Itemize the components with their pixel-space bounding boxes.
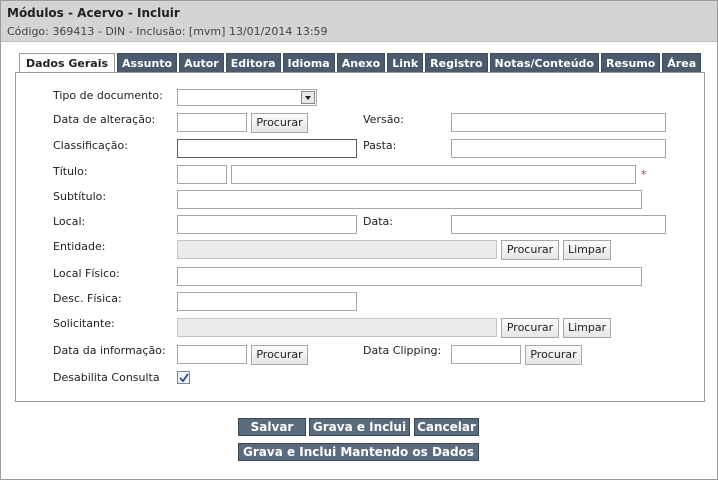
entidade-limpar-button[interactable]: Limpar: [563, 240, 611, 260]
data-alteracao-label: Data de alteração:: [53, 113, 156, 126]
classificacao-input[interactable]: [177, 139, 357, 158]
window: Módulos - Acervo - Incluir Código: 36941…: [0, 0, 718, 480]
chevron-down-icon[interactable]: [301, 91, 315, 104]
versao-label: Versão:: [363, 113, 404, 126]
cancelar-button[interactable]: Cancelar: [414, 418, 479, 436]
data-clipping-procurar-button[interactable]: Procurar: [525, 345, 582, 365]
data-informacao-input[interactable]: [177, 345, 247, 364]
subtitulo-label: Subtítulo:: [53, 190, 107, 203]
tab-link[interactable]: Link: [387, 53, 424, 72]
desc-fisica-label: Desc. Física:: [53, 292, 122, 305]
tab-assunto[interactable]: Assunto: [117, 53, 178, 72]
pasta-input[interactable]: [451, 139, 666, 158]
tab-notas-conteudo[interactable]: Notas/Conteúdo: [489, 53, 599, 72]
data-informacao-label: Data da informação:: [53, 344, 166, 357]
header-bar: Módulos - Acervo - Incluir Código: 36941…: [1, 1, 717, 42]
pasta-label: Pasta:: [363, 139, 397, 152]
data-alteracao-input[interactable]: [177, 113, 247, 132]
required-mark: *: [641, 168, 647, 181]
salvar-button[interactable]: Salvar: [238, 418, 306, 436]
titulo-prefix-input[interactable]: [177, 165, 227, 184]
data-clipping-input[interactable]: [451, 345, 521, 364]
tab-idioma[interactable]: Idioma: [282, 53, 335, 72]
titulo-label: Título:: [53, 165, 88, 178]
data-alteracao-procurar-button[interactable]: Procurar: [251, 113, 308, 133]
tab-editora[interactable]: Editora: [225, 53, 281, 72]
subtitulo-input[interactable]: [177, 190, 642, 209]
tab-registro[interactable]: Registro: [425, 53, 488, 72]
solicitante-label: Solicitante:: [53, 317, 115, 330]
tipo-documento-select[interactable]: [177, 89, 317, 106]
desabilita-consulta-label: Desabilita Consulta: [53, 371, 160, 384]
page-title: Módulos - Acervo - Incluir: [7, 6, 180, 20]
classificacao-label: Classificação:: [53, 139, 128, 152]
local-label: Local:: [53, 215, 86, 228]
entidade-procurar-button[interactable]: Procurar: [501, 240, 559, 260]
entidade-input: [177, 240, 497, 259]
entidade-label: Entidade:: [53, 240, 106, 253]
record-info: Código: 369413 - DIN - Inclusão: [mvm] 1…: [7, 25, 328, 38]
local-fisico-label: Local Físico:: [53, 267, 120, 280]
tab-anexo[interactable]: Anexo: [336, 53, 386, 72]
tipo-documento-label: Tipo de documento:: [53, 89, 163, 102]
versao-input[interactable]: [451, 113, 666, 132]
tab-autor[interactable]: Autor: [179, 53, 224, 72]
grava-inclui-button[interactable]: Grava e Inclui: [309, 418, 410, 436]
checkmark-icon: [179, 373, 189, 383]
solicitante-procurar-button[interactable]: Procurar: [501, 318, 559, 338]
data-clipping-label: Data Clipping:: [363, 344, 442, 357]
grava-inclui-mantendo-button[interactable]: Grava e Inclui Mantendo os Dados: [238, 443, 479, 461]
tab-area[interactable]: Área: [662, 53, 702, 72]
data-input[interactable]: [451, 215, 666, 234]
form-panel: Tipo de documento: Data de alteração: Pr…: [15, 72, 705, 402]
data-label: Data:: [363, 215, 393, 228]
tab-resumo[interactable]: Resumo: [600, 53, 661, 72]
desabilita-consulta-checkbox[interactable]: [177, 371, 190, 384]
titulo-input[interactable]: [231, 165, 636, 184]
solicitante-input: [177, 318, 497, 337]
tab-bar: Dados Gerais Assunto Autor Editora Idiom…: [19, 53, 703, 73]
local-fisico-input[interactable]: [177, 267, 642, 286]
tab-dados-gerais[interactable]: Dados Gerais: [19, 53, 116, 73]
desc-fisica-input[interactable]: [177, 292, 357, 311]
data-informacao-procurar-button[interactable]: Procurar: [251, 345, 308, 365]
solicitante-limpar-button[interactable]: Limpar: [563, 318, 611, 338]
local-input[interactable]: [177, 215, 357, 234]
